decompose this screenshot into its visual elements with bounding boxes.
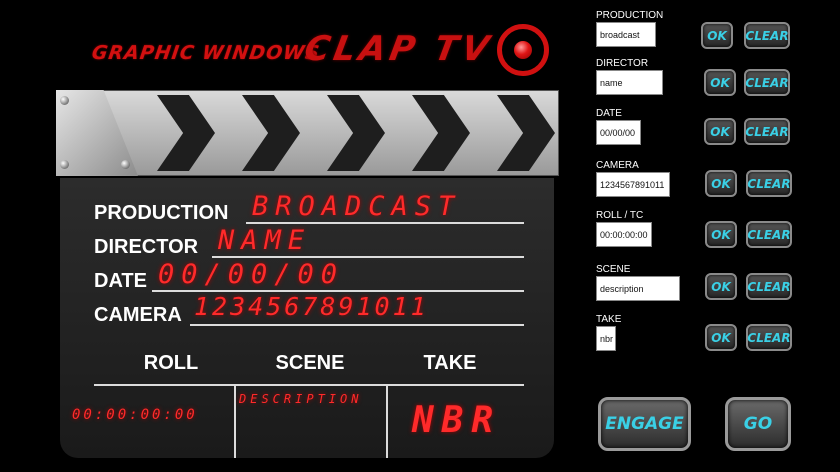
take-ok-button[interactable]: OK [705,324,737,351]
date-ok-button[interactable]: OK [704,118,736,145]
production-input[interactable]: broadcast [596,22,656,47]
date-field-label: DATE [596,108,622,119]
production-underline [246,222,524,224]
roll-clear-button[interactable]: CLEAR [746,221,792,248]
app-title: CLAP TV [301,29,496,69]
take-value: NBR [412,400,502,441]
director-ok-button[interactable]: OK [704,69,736,96]
roll-value: 00:00:00:00 [72,407,198,423]
camera-field-label: CAMERA [596,160,639,171]
take-input[interactable]: nbr [596,326,616,351]
roll-input[interactable]: 00:00:00:00 [596,222,652,247]
date-clear-button[interactable]: CLEAR [744,118,790,145]
take-header: TAKE [423,352,477,374]
roll-header: ROLL [143,352,199,374]
rivet-icon [121,160,130,169]
scene-value: DESCRIPTION [239,392,363,406]
engage-button[interactable]: ENGAGE [598,397,691,451]
column-divider [386,384,388,458]
scene-field-label: SCENE [596,264,631,275]
camera-input[interactable]: 1234567891011 [596,172,670,197]
roll-field-label: ROLL / TC [596,210,644,221]
camera-clear-button[interactable]: CLEAR [746,170,792,197]
director-underline [212,256,524,258]
rivet-icon [60,96,69,105]
director-field-label: DIRECTOR [596,58,649,69]
clapper-stripe [242,95,300,171]
production-value: BROADCAST [252,191,462,222]
go-button[interactable]: GO [725,397,791,451]
clapper-stripe [327,95,385,171]
director-input[interactable]: name [596,70,663,95]
record-logo-icon [497,24,549,76]
scene-clear-button[interactable]: CLEAR [746,273,792,300]
production-ok-button[interactable]: OK [701,22,733,49]
production-clear-button[interactable]: CLEAR [744,22,790,49]
take-clear-button[interactable]: CLEAR [746,324,792,351]
camera-ok-button[interactable]: OK [705,170,737,197]
date-input[interactable]: 00/00/00 [596,120,641,145]
date-label: DATE [94,270,147,292]
production-label: PRODUCTION [94,202,229,224]
roll-ok-button[interactable]: OK [705,221,737,248]
rivet-icon [60,160,69,169]
camera-label: CAMERA [94,304,182,326]
scene-ok-button[interactable]: OK [705,273,737,300]
production-field-label: PRODUCTION [596,10,664,21]
column-divider [234,384,236,458]
take-field-label: TAKE [596,314,622,325]
camera-underline [190,324,524,326]
director-clear-button[interactable]: CLEAR [744,69,790,96]
camera-value: 1234567891011 [194,292,429,321]
director-label: DIRECTOR [94,236,199,258]
slate-board: PRODUCTION BROADCAST DIRECTOR NAME DATE … [60,178,554,458]
table-divider [94,384,524,386]
scene-input[interactable]: description [596,276,680,301]
clapper-stripe [497,95,555,171]
scene-header: SCENE [275,352,345,374]
clapper-stripe [412,95,470,171]
director-value: NAME [218,225,312,256]
date-value: 00/00/00 [158,259,345,290]
clapper-stripe [157,95,215,171]
brand-name: GRAPHIC WINDOWS [90,42,322,64]
